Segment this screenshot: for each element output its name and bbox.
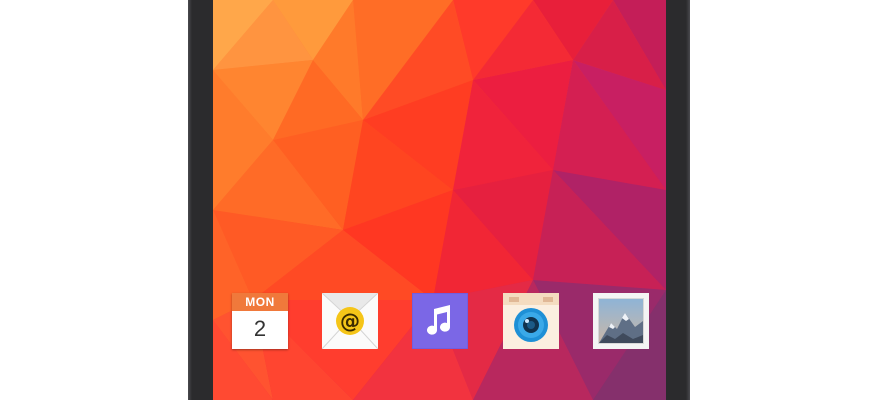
- music-icon: [412, 293, 468, 349]
- email-app-icon[interactable]: @: [322, 293, 378, 349]
- calendar-month-label: MON: [232, 293, 288, 311]
- calendar-day-label: 2: [253, 316, 267, 341]
- screenshot-stage: MON 2 @: [0, 0, 879, 400]
- home-screen: MON 2 @: [213, 0, 666, 400]
- email-at-symbol: @: [340, 309, 360, 333]
- calendar-app-icon[interactable]: MON 2: [232, 293, 288, 349]
- gallery-icon: [593, 293, 649, 349]
- gallery-app-icon[interactable]: [593, 293, 649, 349]
- camera-icon: [503, 293, 559, 349]
- email-icon: @: [322, 293, 378, 349]
- app-dock: MON 2 @: [213, 290, 666, 352]
- camera-app-icon[interactable]: [503, 293, 559, 349]
- music-app-icon[interactable]: [412, 293, 468, 349]
